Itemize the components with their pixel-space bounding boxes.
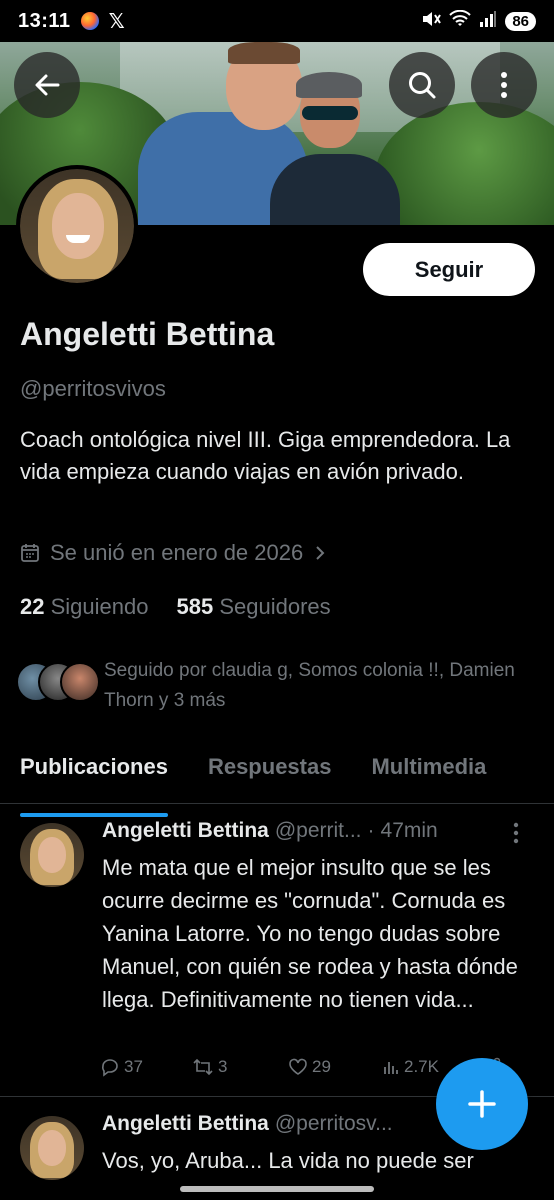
reply-count: 37 [124,1057,143,1076]
search-button[interactable] [389,52,455,118]
post-author-name[interactable]: Angeletti Bettina [102,1112,269,1136]
tab-label: Publicaciones [20,754,168,779]
reply-button[interactable]: 37 [100,1057,192,1077]
followed-by-text: Seguido por claudia g, Somos colonia !!,… [104,660,515,711]
home-indicator[interactable] [180,1186,374,1192]
mute-icon [421,10,442,33]
plus-icon [468,1090,496,1118]
post-avatar[interactable] [20,823,84,887]
followers-count: 585 [176,594,214,619]
x-notification-icon: 𝕏 [108,10,125,33]
battery-indicator: 86 [505,11,536,31]
like-count: 29 [312,1057,331,1076]
tab-publicaciones[interactable]: Publicaciones [0,740,188,817]
following-count: 22 [20,594,45,619]
post-text: Me mata que el mejor insulto que se les … [102,855,518,1012]
post-header: Angeletti Bettina @perritosv... [102,1112,393,1136]
tab-respuestas[interactable]: Respuestas [188,740,352,803]
profile-handle: @perritosvivos [20,376,166,401]
wifi-icon [449,9,472,33]
post-author-handle: @perrit... [274,819,362,842]
views-count: 2.7K [404,1057,439,1076]
chevron-right-icon [316,546,325,560]
tab-multimedia[interactable]: Multimedia [351,740,506,803]
mini-avatar [60,662,100,702]
followed-by[interactable]: Seguido por claudia g, Somos colonia !!,… [16,656,524,716]
search-icon [409,72,436,99]
post[interactable]: Angeletti Bettina @perrit... · 47min Me … [0,805,554,1097]
signal-icon [479,10,497,32]
notification-app-icon [80,12,99,30]
joined-text: Se unió en enero de 2026 [50,540,304,565]
tab-label: Respuestas [207,754,332,779]
profile-display-name: Angeletti Bettina [20,316,275,352]
following-label: Siguiendo [50,594,149,619]
post-author-handle: @perritosv... [274,1112,393,1135]
followers-label: Seguidores [219,594,331,619]
back-button[interactable] [14,52,80,118]
tab-label: Multimedia [371,754,487,779]
joined-date[interactable]: Se unió en enero de 2026 [20,540,327,566]
profile-bio: Coach ontológica nivel III. Giga emprend… [20,427,511,484]
profile-avatar[interactable] [16,165,138,287]
back-arrow-icon [35,74,60,96]
following-link[interactable]: 22 Siguiendo [20,594,148,620]
profile-tabs: Publicaciones Respuestas Multimedia [0,740,554,817]
followers-you-know-avatars [16,662,100,706]
more-vertical-icon [513,822,519,844]
post-header: Angeletti Bettina @perrit... · 47min [102,819,438,843]
reply-icon [102,1059,118,1077]
post-avatar[interactable] [20,1116,84,1180]
post-time: 47min [380,819,438,842]
follow-stats: 22 Siguiendo 585 Seguidores [20,594,331,620]
repost-count: 3 [218,1057,228,1076]
status-time: 13:11 [18,9,71,32]
post-text: Vos, yo, Aruba... La vida no puede ser [102,1148,474,1173]
post-author-name[interactable]: Angeletti Bettina [102,819,269,843]
followers-link[interactable]: 585 Seguidores [176,594,330,620]
like-icon [289,1058,307,1075]
status-bar: 13:11 𝕏 86 [0,0,554,42]
calendar-icon [21,544,39,562]
post-separator: · [367,819,375,842]
more-vertical-icon [501,72,507,98]
post-more-button[interactable] [512,821,520,850]
repost-button[interactable]: 3 [192,1057,288,1077]
more-options-button[interactable] [471,52,537,118]
like-button[interactable]: 29 [288,1057,382,1077]
compose-button[interactable] [436,1058,528,1150]
repost-icon [193,1058,213,1076]
follow-button[interactable]: Seguir [363,243,535,296]
views-icon [384,1062,398,1074]
